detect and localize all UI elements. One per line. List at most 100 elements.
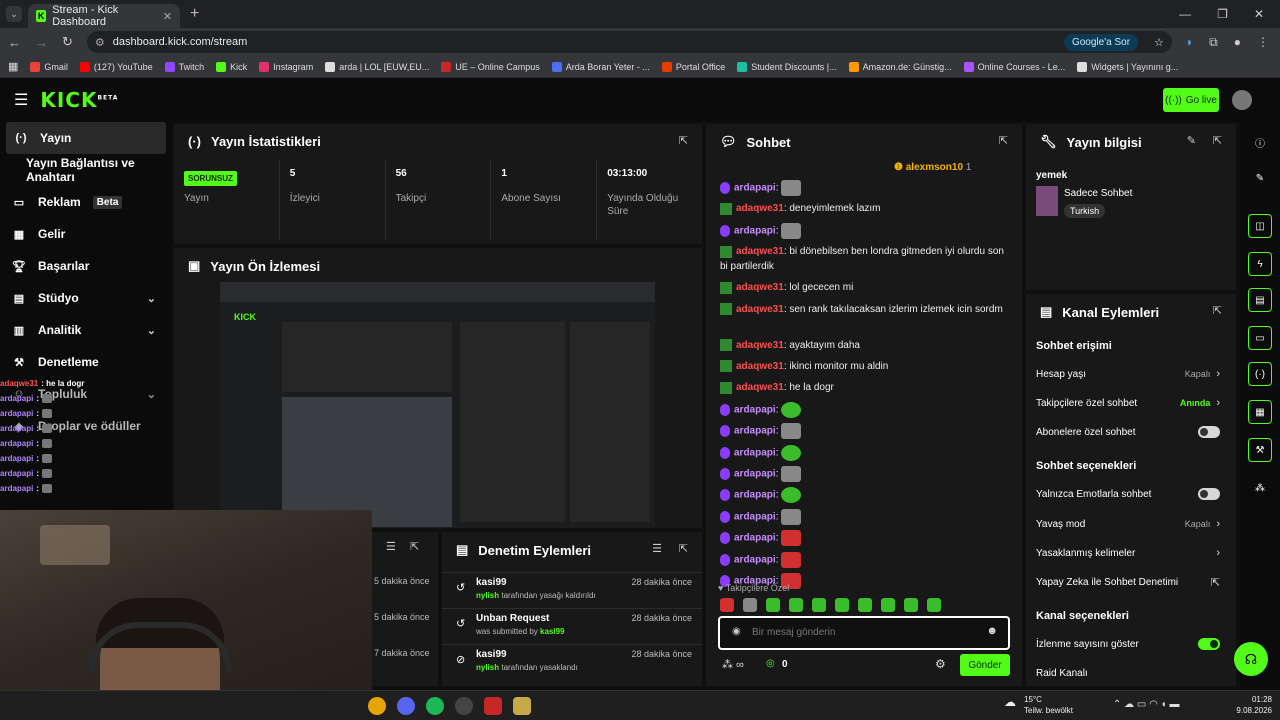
edit-icon[interactable]: ✎ — [1248, 166, 1272, 190]
avatar[interactable] — [1232, 90, 1252, 110]
chat-input[interactable]: ◉ Bir mesaj gönderin ☻ — [718, 616, 1010, 650]
chat-message[interactable]: ardapapi: — [720, 444, 1010, 461]
moderation-row[interactable]: ↺ kasi99 nylish tarafından yasağı kaldırıl… — [442, 572, 702, 608]
emote-icon[interactable] — [858, 598, 872, 612]
bookmark-item[interactable]: Online Courses - Le... — [963, 61, 1065, 72]
chat-username[interactable]: ardapapi — [734, 183, 776, 194]
gear-icon[interactable]: ⚙ — [935, 657, 946, 671]
widget-toggle-actions-icon[interactable]: ▦ — [1248, 400, 1272, 424]
emotes-only-toggle[interactable] — [1198, 488, 1220, 500]
chat-username[interactable]: ardapapi — [734, 469, 776, 480]
sidebar-item-gelir[interactable]: ▦ Gelir — [0, 218, 172, 250]
filter-icon[interactable]: ☰ — [386, 540, 396, 553]
banned-words-row[interactable]: Yasaklanmış kelimeler › — [1036, 543, 1220, 563]
chat-username[interactable]: ardapapi — [734, 533, 776, 544]
discord-taskbar-icon[interactable] — [397, 697, 415, 715]
extensions-puzzle-icon[interactable]: ⧉ — [1209, 35, 1218, 50]
chat-message[interactable]: ardapapi: — [720, 530, 1010, 547]
chrome-taskbar-icon[interactable] — [368, 697, 386, 715]
ai-moderation-row[interactable]: Yapay Zeka ile Sohbet Denetimi ⇱ — [1036, 572, 1220, 592]
chat-message[interactable]: adaqwe31: bi dönebilsen ben londra gitme… — [720, 244, 1010, 274]
chat-username[interactable]: adaqwe31 — [736, 304, 784, 315]
bookmark-item[interactable]: arda | LOL [EUW,EU... — [325, 61, 429, 72]
widget-toggle-chat-icon[interactable]: ▭ — [1248, 326, 1272, 350]
bookmark-item[interactable]: Twitch — [164, 61, 204, 72]
sidebar-item-denetleme[interactable]: ⚒ Denetleme — [0, 346, 172, 378]
emote-icon[interactable] — [881, 598, 895, 612]
bookmark-item[interactable]: Amazon.de: Günstig... — [848, 61, 952, 72]
extension-icon[interactable]: ◗ — [1186, 35, 1193, 50]
stream-category[interactable]: Sadece Sohbet — [1064, 188, 1132, 199]
chat-username[interactable]: ardapapi — [734, 225, 776, 236]
moderation-row[interactable]: ⊘ kasi99 nylish tarafından yasaklandı 28 da… — [442, 644, 702, 680]
chat-message[interactable]: adaqwe31: he la dogr — [720, 380, 1010, 395]
reload-icon[interactable]: ↻ — [62, 34, 73, 50]
expand-icon[interactable]: ⇱ — [999, 134, 1008, 147]
kick-logo[interactable]: KICKBETA — [40, 88, 118, 112]
chat-message[interactable]: adaqwe31: deneyimlemek lazım — [720, 201, 1010, 216]
account-age-row[interactable]: Hesap yaşı Kapalı › — [1036, 364, 1220, 384]
raid-row[interactable]: Raid Kanalı — [1036, 663, 1220, 683]
chat-message[interactable]: ardapapi: — [720, 401, 1010, 418]
stream-preview-video[interactable]: KICK — [220, 282, 655, 528]
chat-username[interactable]: ardapapi — [734, 447, 776, 458]
tray-icons[interactable]: ⌃ ☁ ▭ ◠ ◖ ▬ — [1113, 699, 1179, 710]
expand-icon[interactable]: ⇱ — [1213, 304, 1222, 317]
new-tab-icon[interactable]: + — [190, 5, 199, 23]
close-tab-icon[interactable]: ✕ — [163, 10, 172, 23]
widget-toggle-clipboard-icon[interactable]: ▤ — [1248, 288, 1272, 312]
sidebar-item-yayin[interactable]: (·) Yayın — [6, 122, 166, 154]
chat-message[interactable]: ardapapi: — [720, 180, 1010, 196]
emote-icon[interactable] — [743, 598, 757, 612]
app-taskbar-icon[interactable] — [484, 697, 502, 715]
chat-message[interactable]: ardapapi: — [720, 551, 1010, 568]
chat-message[interactable]: adaqwe31: lol gececen mi — [720, 280, 1010, 295]
sidebar-item-stream-key[interactable]: Yayın Bağlantısı ve Anahtarı — [0, 154, 172, 186]
chat-username[interactable]: ardapapi — [734, 490, 776, 501]
chat-username[interactable]: adaqwe31 — [736, 203, 784, 214]
bookmark-item[interactable]: Portal Office — [661, 61, 725, 72]
settings-dots-icon[interactable]: ⁂ ∞ — [722, 658, 744, 671]
chat-username[interactable]: adaqwe31 — [736, 282, 784, 293]
edit-icon[interactable]: ✎ — [1187, 134, 1196, 147]
bookmark-item[interactable]: (127) YouTube — [79, 61, 153, 72]
widget-add-icon[interactable]: ⁂ — [1248, 476, 1272, 500]
emote-icon[interactable] — [812, 598, 826, 612]
back-icon[interactable]: ← — [8, 35, 21, 50]
widget-toggle-wrench-icon[interactable]: ⚒ — [1248, 438, 1272, 462]
league-taskbar-icon[interactable] — [513, 697, 531, 715]
slow-mode-row[interactable]: Yavaş mod Kapalı › — [1036, 514, 1220, 534]
forward-icon[interactable]: → — [35, 35, 48, 50]
emote-icon[interactable] — [835, 598, 849, 612]
emote-icon[interactable] — [766, 598, 780, 612]
address-bar[interactable]: ⚙ dashboard.kick.com/stream Google'a Sor… — [86, 31, 1172, 53]
close-window-icon[interactable]: ✕ — [1254, 7, 1264, 21]
emoji-icon[interactable]: ☻ — [986, 625, 998, 637]
bookmark-item[interactable]: Widgets | Yayınını g... — [1077, 61, 1178, 72]
obs-taskbar-icon[interactable] — [455, 697, 473, 715]
sidebar-item-basarilar[interactable]: 🏆︎ Başarılar — [0, 250, 172, 282]
widget-toggle-broadcast-icon[interactable]: (·) — [1248, 362, 1272, 386]
chat-message[interactable]: adaqwe31: sen rank takılacaksan izlerim … — [720, 302, 1010, 317]
emote-icon[interactable] — [789, 598, 803, 612]
bookmark-item[interactable]: UE – Online Campus — [441, 61, 540, 72]
chat-message[interactable]: ardapapi: — [720, 487, 1010, 504]
sidebar-item-reklam[interactable]: ▭ Reklam Beta — [0, 186, 172, 218]
sidebar-item-analitik[interactable]: ▥ Analitik ⌄ — [0, 314, 172, 346]
emote-icon[interactable] — [904, 598, 918, 612]
chat-message[interactable]: adaqwe31: ikinci monitor mu aldin — [720, 359, 1010, 374]
bookmark-item[interactable]: Student Discounts |... — [737, 61, 837, 72]
browser-tab[interactable]: K Stream - Kick Dashboard ✕ — [28, 4, 180, 28]
chat-username[interactable]: adaqwe31 — [736, 340, 784, 351]
chat-username[interactable]: adaqwe31 — [736, 246, 784, 257]
show-viewers-toggle[interactable] — [1198, 638, 1220, 650]
apps-grid-icon[interactable]: ▦ — [8, 60, 18, 73]
expand-icon[interactable]: ⇱ — [410, 540, 419, 553]
moderation-row[interactable]: ↺ Unban Request was submitted by kasi99 28 … — [442, 608, 702, 644]
chat-message[interactable]: adaqwe31: ayaktayım daha — [720, 338, 1010, 353]
chat-message[interactable]: ardapapi: — [720, 508, 1010, 525]
maximize-icon[interactable]: ❐ — [1217, 7, 1228, 21]
pinned-gifter[interactable]: ❶ alexmson10 1 — [894, 162, 971, 173]
followers-only-row[interactable]: Takipçilere özel sohbet Anında › — [1036, 393, 1220, 413]
bookmark-item[interactable]: Kick — [216, 61, 247, 72]
